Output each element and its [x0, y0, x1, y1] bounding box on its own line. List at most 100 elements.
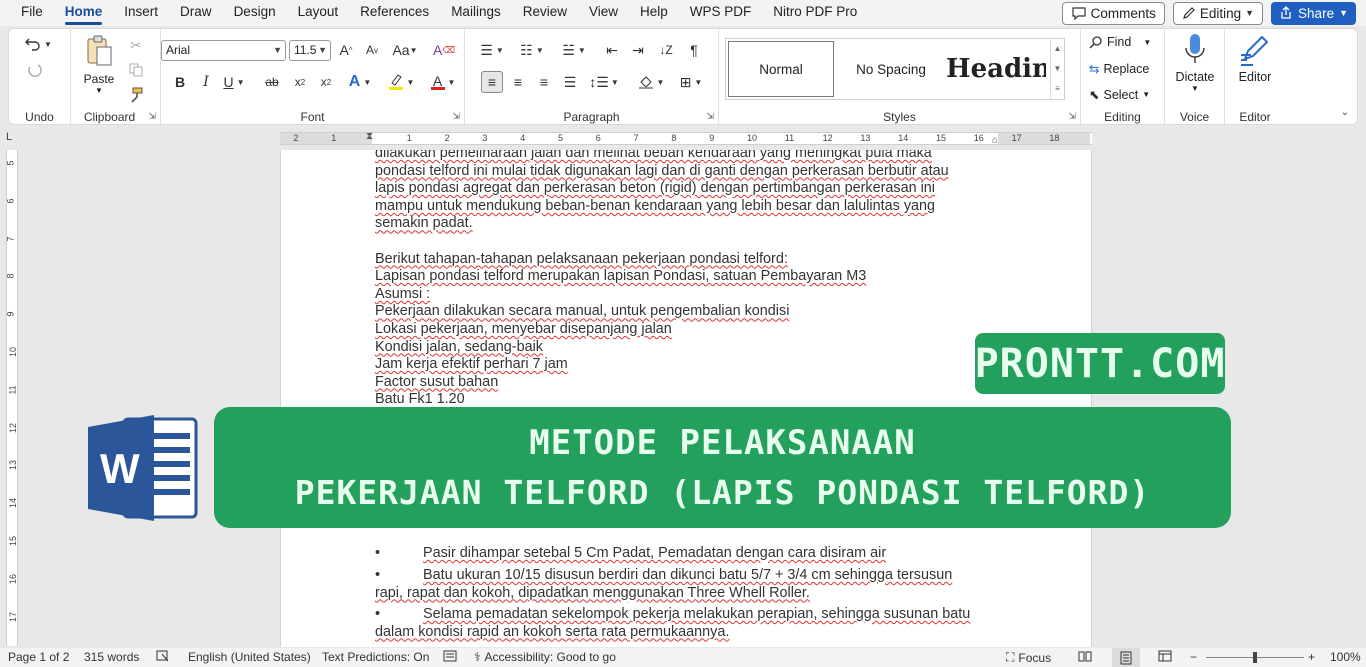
- italic-icon[interactable]: I: [195, 71, 217, 93]
- tab-review[interactable]: Review: [512, 0, 578, 26]
- page-count[interactable]: Page 1 of 2: [8, 650, 69, 664]
- zoom-slider[interactable]: [1206, 652, 1304, 663]
- tab-home[interactable]: Home: [54, 0, 114, 26]
- editor-button[interactable]: Editor: [1231, 33, 1279, 84]
- focus-button[interactable]: ⛶ Focus: [1006, 650, 1051, 665]
- format-painter-icon[interactable]: [125, 84, 147, 106]
- text-effects-icon[interactable]: A ▼: [345, 71, 375, 93]
- sort-icon[interactable]: ↓Z: [655, 39, 677, 61]
- ruler-number: 14: [898, 133, 909, 143]
- vertical-ruler[interactable]: 5 6 7 8 9 10 11 12 13 14 15 16 17: [6, 150, 18, 646]
- clear-formatting-icon[interactable]: A ⌫: [433, 39, 455, 61]
- font-name-select[interactable]: Arial ▼: [161, 40, 286, 61]
- font-color-icon[interactable]: A ▼: [427, 71, 459, 93]
- list-item: • Batu ukuran 10/15 disusun berdiri dan …: [375, 567, 953, 601]
- word-count[interactable]: 315 words: [84, 650, 139, 664]
- chevron-down-icon[interactable]: ▼: [1051, 59, 1064, 79]
- line-spacing-icon[interactable]: ↕☰ ▼: [587, 71, 621, 93]
- zoom-slider-thumb[interactable]: [1253, 652, 1257, 663]
- paste-button[interactable]: Paste ▼: [81, 35, 117, 101]
- print-layout-icon[interactable]: [1112, 648, 1140, 667]
- tab-wps-pdf[interactable]: WPS PDF: [679, 0, 763, 26]
- more-styles-icon[interactable]: ≡: [1051, 79, 1064, 99]
- tab-nitro-pdf[interactable]: Nitro PDF Pro: [762, 0, 868, 26]
- replace-button[interactable]: ⇆ Replace: [1089, 61, 1149, 77]
- ruler-number: 17: [8, 611, 19, 622]
- dialog-launcher-icon[interactable]: ⇲: [1068, 111, 1076, 122]
- indent-marker-icon[interactable]: ⧗: [366, 131, 373, 142]
- font-size-select[interactable]: 11.5 ▼: [289, 40, 331, 61]
- tab-selector-icon[interactable]: L: [6, 131, 12, 143]
- right-indent-marker-icon[interactable]: ⌂: [992, 135, 998, 146]
- superscript-icon[interactable]: x2: [315, 71, 337, 93]
- underline-icon[interactable]: U ▼: [219, 71, 249, 93]
- document-body[interactable]: dilakukan pemeliharaan jalan dan melihat…: [375, 150, 999, 409]
- strikethrough-icon[interactable]: ab: [261, 71, 283, 93]
- accessibility-status[interactable]: ⚕ Accessibility: Good to go: [474, 650, 616, 664]
- tab-draw[interactable]: Draw: [169, 0, 223, 26]
- zoom-in-button[interactable]: +: [1308, 650, 1315, 664]
- zoom-out-button[interactable]: −: [1190, 650, 1197, 664]
- comments-button[interactable]: Comments: [1061, 1, 1165, 25]
- justify-icon[interactable]: ☰: [559, 71, 581, 93]
- borders-icon[interactable]: ⊞ ▼: [675, 71, 707, 93]
- chevron-down-icon[interactable]: ▼: [1339, 8, 1348, 18]
- bullets-icon[interactable]: ☰ ▼: [475, 39, 509, 61]
- tab-layout[interactable]: Layout: [287, 0, 350, 26]
- horizontal-ruler[interactable]: ⧗ ⌂ 2 1 1 2 3 4 5 6 7 8 9 10 11 12 13 14 15 16 17 18: [280, 131, 1092, 146]
- language-status[interactable]: English (United States): [188, 650, 311, 664]
- align-left-icon[interactable]: ≡: [481, 71, 503, 93]
- highlight-icon[interactable]: ▼: [385, 71, 417, 93]
- change-case-icon[interactable]: Aa ▼: [389, 39, 421, 61]
- dialog-launcher-icon[interactable]: ⇲: [706, 111, 714, 122]
- web-layout-icon[interactable]: [1158, 650, 1172, 662]
- style-normal[interactable]: Normal: [728, 41, 834, 97]
- grow-font-icon[interactable]: A ^: [335, 39, 357, 61]
- replace-icon: ⇆: [1089, 62, 1100, 76]
- dialog-launcher-icon[interactable]: ⇲: [148, 111, 156, 122]
- multilevel-list-icon[interactable]: ☱ ▼: [557, 39, 591, 61]
- dictate-button[interactable]: Dictate ▼: [1171, 33, 1219, 93]
- tab-mailings[interactable]: Mailings: [440, 0, 512, 26]
- macro-icon[interactable]: [443, 650, 457, 662]
- read-mode-icon[interactable]: [1078, 650, 1092, 662]
- redo-icon[interactable]: [23, 59, 45, 81]
- styles-scroll[interactable]: ▲ ▼ ≡: [1050, 39, 1064, 99]
- numbering-icon[interactable]: ☷ ▼: [515, 39, 549, 61]
- show-formatting-icon[interactable]: ¶: [683, 39, 705, 61]
- copy-icon[interactable]: [125, 59, 147, 81]
- bold-icon[interactable]: B: [169, 71, 191, 93]
- chevron-up-icon[interactable]: ▲: [1051, 39, 1064, 59]
- find-button[interactable]: Find ▼: [1089, 35, 1151, 49]
- bullet-marker: •: [375, 567, 381, 583]
- text-predictions-status[interactable]: Text Predictions: On: [322, 650, 429, 664]
- undo-icon[interactable]: ▼: [23, 33, 53, 55]
- decrease-indent-icon[interactable]: ⇤: [601, 39, 623, 61]
- subscript-icon[interactable]: x2: [289, 71, 311, 93]
- tab-design[interactable]: Design: [223, 0, 287, 26]
- tab-view[interactable]: View: [578, 0, 629, 26]
- zoom-level[interactable]: 100%: [1330, 650, 1361, 664]
- tab-help[interactable]: Help: [629, 0, 679, 26]
- align-center-icon[interactable]: ≡: [507, 71, 529, 93]
- select-button[interactable]: ⬉ Select ▼: [1089, 87, 1150, 103]
- collapse-ribbon-icon[interactable]: ⌄: [1341, 107, 1349, 118]
- share-button[interactable]: Share ▼: [1271, 1, 1356, 25]
- align-right-icon[interactable]: ≡: [533, 71, 555, 93]
- increase-indent-icon[interactable]: ⇥: [627, 39, 649, 61]
- document-page[interactable]: dilakukan pemeliharaan jalan dan melihat…: [280, 150, 1092, 647]
- proofing-icon[interactable]: [156, 650, 170, 662]
- shrink-font-icon[interactable]: Av: [361, 39, 383, 61]
- doc-line: Pekerjaan dilakukan secara manual, untuk…: [375, 303, 790, 320]
- microphone-icon: [1184, 33, 1206, 67]
- tab-references[interactable]: References: [349, 0, 440, 26]
- cut-icon[interactable]: ✂: [125, 34, 147, 56]
- editing-mode-button[interactable]: Editing ▼: [1172, 1, 1264, 25]
- style-no-spacing[interactable]: No Spacing: [838, 41, 944, 97]
- select-label: Select: [1103, 87, 1139, 102]
- dialog-launcher-icon[interactable]: ⇲: [452, 111, 460, 122]
- shading-icon[interactable]: ▼: [635, 71, 667, 93]
- tab-insert[interactable]: Insert: [113, 0, 169, 26]
- style-heading[interactable]: Headin: [946, 41, 1046, 97]
- tab-file[interactable]: File: [0, 0, 54, 26]
